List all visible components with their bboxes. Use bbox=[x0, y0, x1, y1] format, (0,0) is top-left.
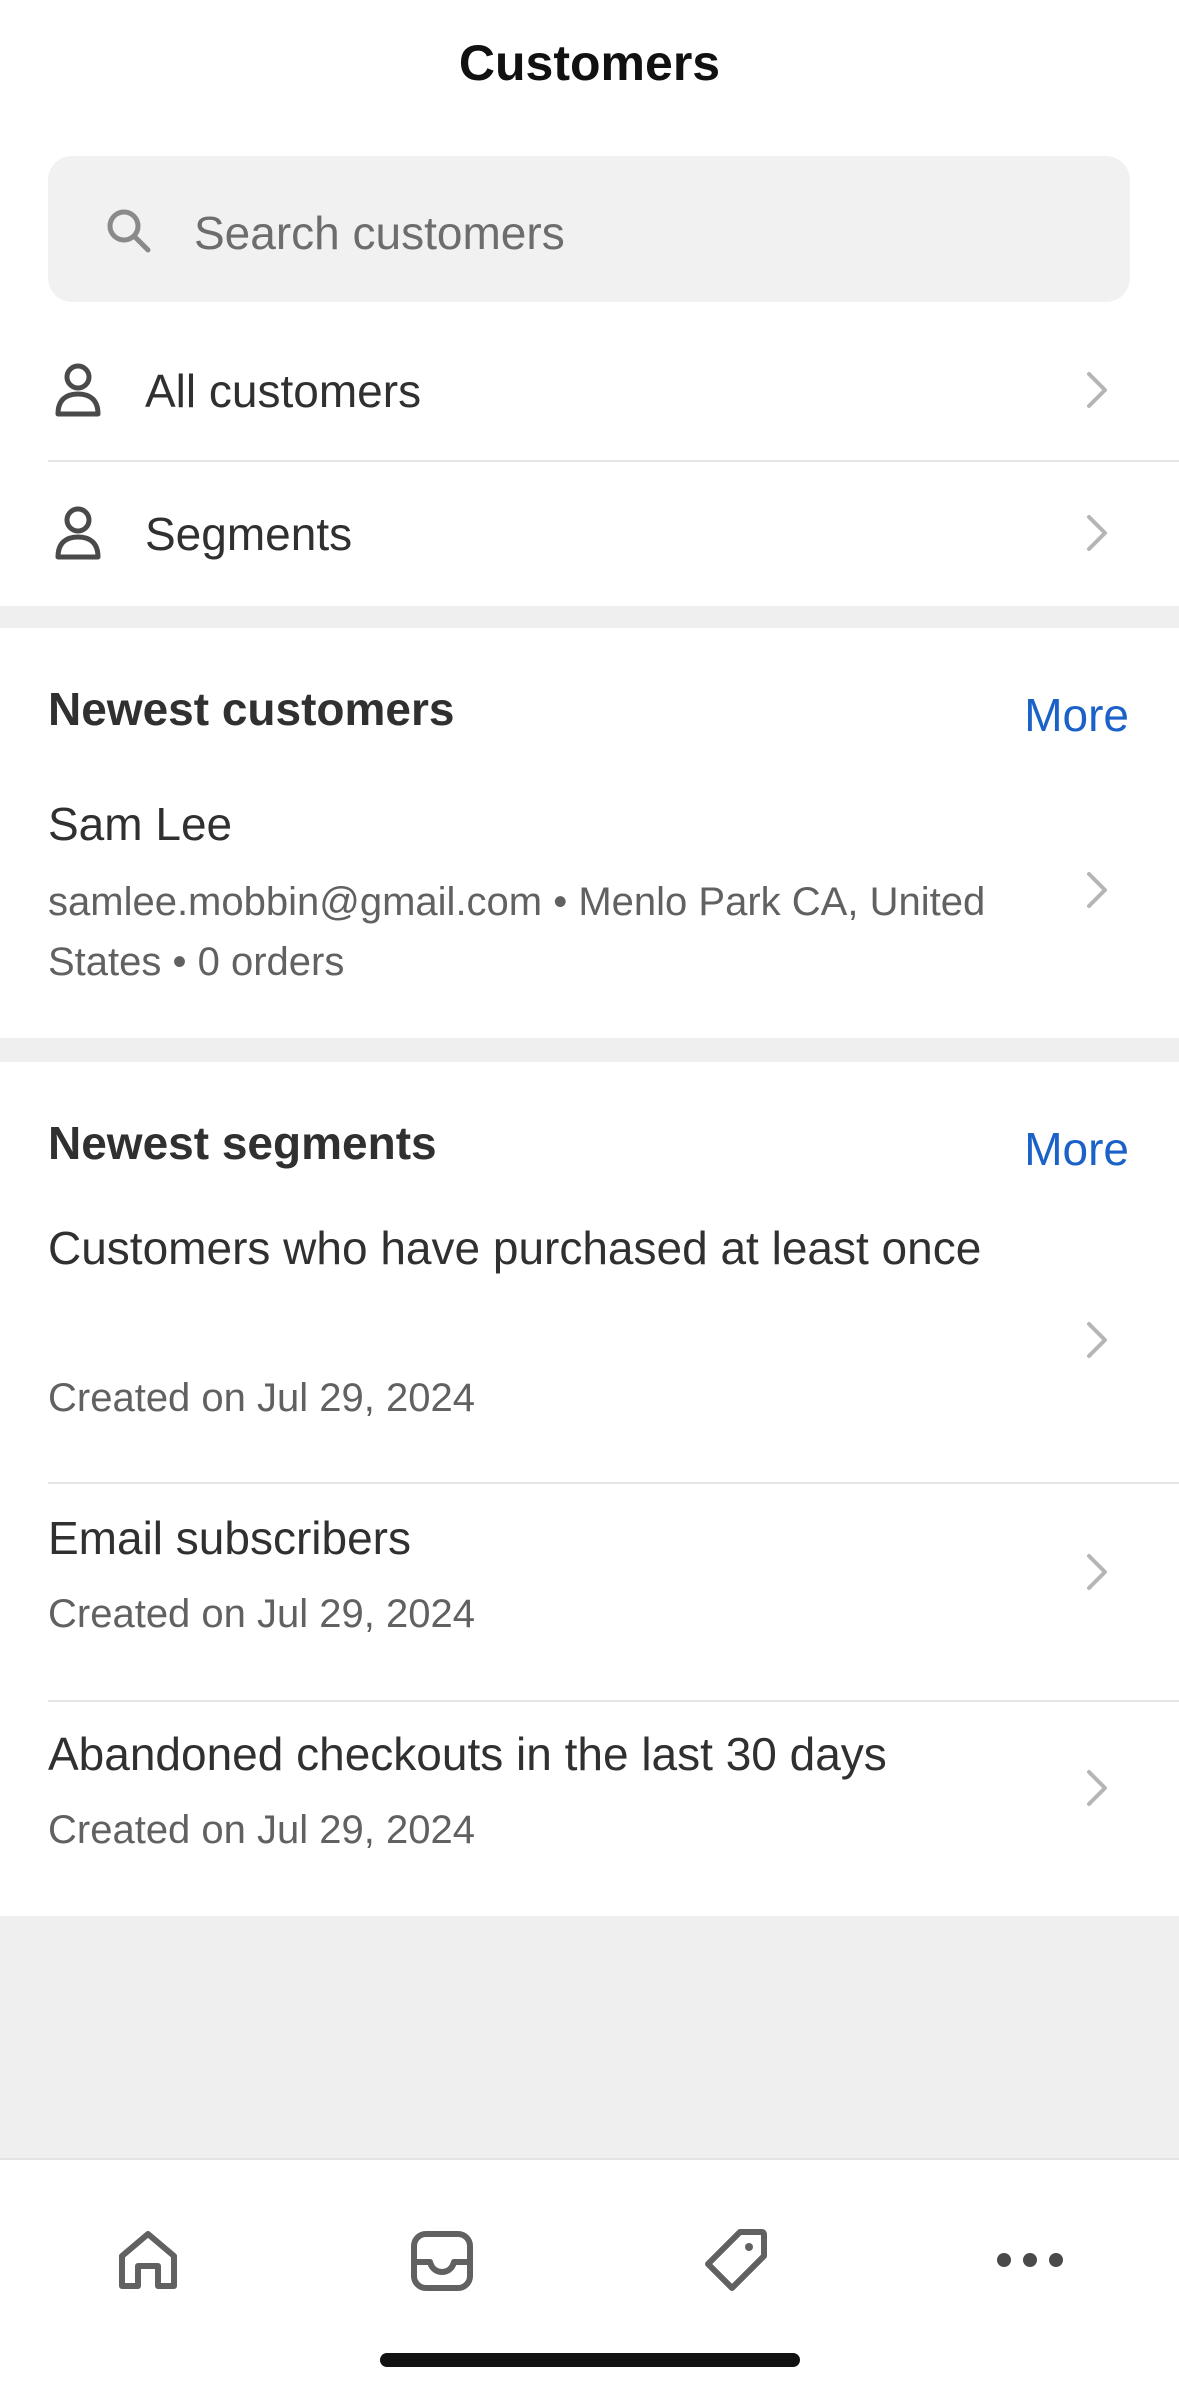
chevron-right-icon bbox=[1087, 515, 1107, 551]
customers-screen: Customers Search customers All customers bbox=[0, 0, 1179, 2398]
chevron-right-icon bbox=[1087, 372, 1107, 408]
chevron-right-icon bbox=[1087, 1770, 1107, 1806]
chevron-right-icon bbox=[1087, 872, 1107, 908]
segment-name: Customers who have purchased at least on… bbox=[48, 1222, 982, 1274]
segment-row[interactable]: Customers who have purchased at least on… bbox=[0, 1212, 1179, 1482]
search-section: Search customers bbox=[0, 150, 1179, 320]
segment-created: Created on Jul 29, 2024 bbox=[48, 1808, 475, 1852]
divider bbox=[48, 1482, 1179, 1484]
tag-icon bbox=[705, 2229, 767, 2291]
tab-more[interactable] bbox=[980, 2210, 1080, 2310]
segment-name: Abandoned checkouts in the last 30 days bbox=[48, 1728, 887, 1780]
inbox-icon bbox=[411, 2231, 473, 2291]
divider bbox=[48, 460, 1179, 462]
segment-name: Email subscribers bbox=[48, 1512, 411, 1564]
header: Customers bbox=[0, 0, 1179, 150]
section-title: Newest customers bbox=[48, 683, 455, 735]
newest-customers-card: Newest customers More Sam Lee samlee.mob… bbox=[0, 628, 1179, 1038]
home-icon bbox=[119, 2231, 177, 2289]
page-title: Customers bbox=[458, 35, 721, 91]
customer-details: samlee.mobbin@gmail.com • Menlo Park CA,… bbox=[48, 880, 986, 984]
section-title: Newest segments bbox=[48, 1117, 437, 1169]
segment-created: Created on Jul 29, 2024 bbox=[48, 1376, 475, 1420]
tab-products[interactable] bbox=[686, 2210, 786, 2310]
tab-inbox[interactable] bbox=[392, 2210, 492, 2310]
divider bbox=[48, 1700, 1179, 1702]
customer-row[interactable]: Sam Lee samlee.mobbin@gmail.com • Menlo … bbox=[0, 788, 1179, 1008]
customer-nav-list: All customers Segments bbox=[0, 320, 1179, 606]
nav-item-segments[interactable]: Segments bbox=[0, 463, 1179, 606]
nav-item-label: Segments bbox=[145, 508, 353, 560]
chevron-right-icon bbox=[1087, 1554, 1107, 1590]
search-placeholder: Search customers bbox=[194, 207, 565, 259]
customer-name: Sam Lee bbox=[48, 798, 233, 850]
more-dots-icon bbox=[997, 2253, 1063, 2267]
segment-row[interactable]: Email subscribers Created on Jul 29, 202… bbox=[0, 1502, 1179, 1698]
chevron-right-icon bbox=[1087, 1322, 1107, 1358]
segment-row[interactable]: Abandoned checkouts in the last 30 days … bbox=[0, 1718, 1179, 1914]
nav-item-label: All customers bbox=[145, 365, 422, 417]
search-input[interactable]: Search customers bbox=[48, 156, 1130, 302]
tab-home[interactable] bbox=[98, 2210, 198, 2310]
search-icon bbox=[107, 209, 151, 253]
nav-item-all-customers[interactable]: All customers bbox=[0, 320, 1179, 463]
person-icon bbox=[55, 506, 101, 560]
person-icon bbox=[55, 363, 101, 417]
more-segments-link[interactable]: More bbox=[1024, 1122, 1129, 1176]
newest-segments-card: Newest segments More Customers who have … bbox=[0, 1062, 1179, 1916]
home-indicator bbox=[380, 2353, 800, 2367]
more-customers-link[interactable]: More bbox=[1024, 688, 1129, 742]
segment-created: Created on Jul 29, 2024 bbox=[48, 1592, 475, 1636]
